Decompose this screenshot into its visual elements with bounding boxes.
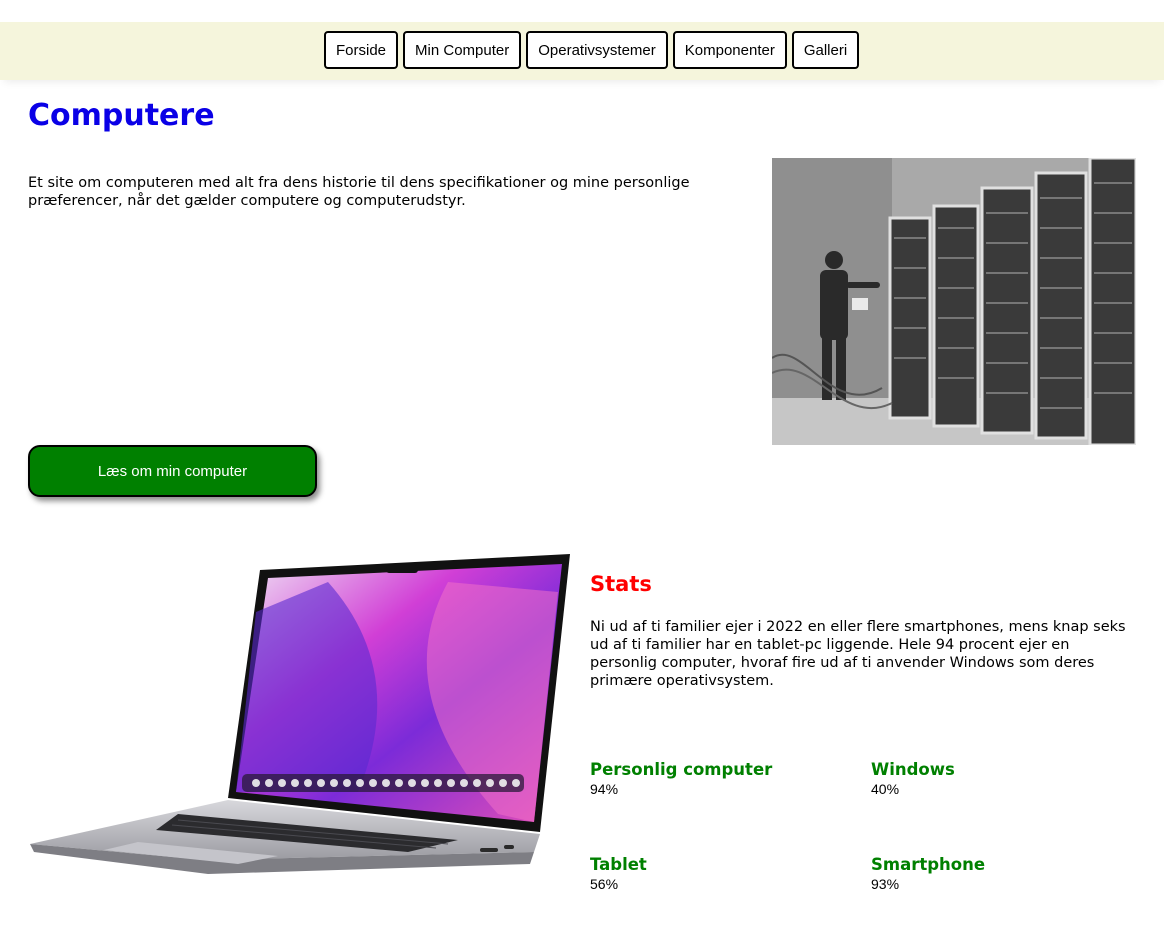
nav-menu: Forside Min Computer Operativsystemer Ko… [324,31,860,69]
stat-label: Personlig computer [590,760,773,779]
page-title: Computere [28,98,215,133]
server-room-photo [772,158,1136,445]
laptop-illustration [30,554,570,874]
laptop-image [28,552,576,882]
stat-value: 93% [871,876,900,892]
stat-windows: Windows 40% [871,760,1141,798]
stats-description: Ni ud af ti familier ejer i 2022 en elle… [590,619,1126,689]
stat-smartphone: Smartphone 93% [871,855,1141,893]
nav-item-min-computer[interactable]: Min Computer [403,31,522,69]
server-room-illustration [772,158,1136,445]
nav-item-komponenter[interactable]: Komponenter [672,31,787,69]
stats-title: Stats [590,572,652,596]
stat-value: 40% [871,781,900,797]
stat-label: Windows [871,760,955,779]
stat-value: 94% [590,781,619,797]
stat-label: Tablet [590,855,647,874]
top-navbar: Forside Min Computer Operativsystemer Ko… [0,22,1164,80]
stat-value: 56% [590,876,619,892]
nav-item-forside[interactable]: Forside [324,31,399,69]
nav-item-operativsystemer[interactable]: Operativsystemer [526,31,668,69]
nav-item-galleri[interactable]: Galleri [791,31,860,69]
stat-tablet: Tablet 56% [590,855,860,893]
intro-text: Et site om computeren med alt fra dens h… [28,175,690,209]
read-about-my-computer-button[interactable]: Læs om min computer [28,445,317,497]
stat-label: Smartphone [871,855,986,874]
stat-personal-computer: Personlig computer 94% [590,760,860,798]
